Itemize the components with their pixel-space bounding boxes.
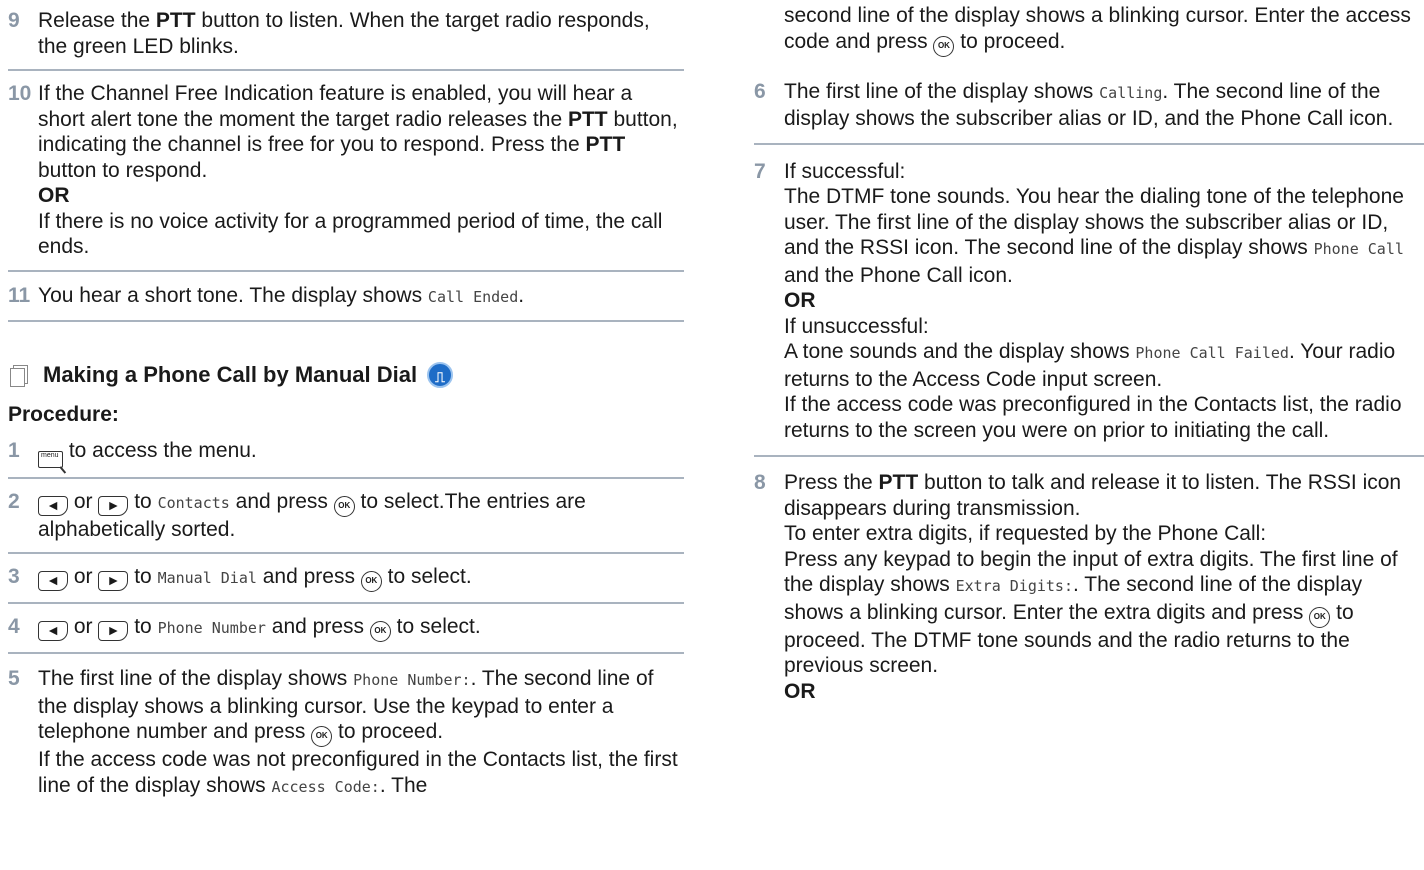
ok-key-icon: OK	[360, 571, 382, 592]
feature-icon: ⎍	[427, 362, 454, 388]
divider	[8, 476, 684, 479]
step-5-continued: second line of the display shows a blink…	[754, 3, 1424, 57]
step-5: 5 The first line of the display shows Ph…	[8, 667, 678, 797]
divider	[754, 142, 1424, 145]
step-number: 10	[8, 82, 32, 105]
step-3: 3 ◄ or ► to Manual Dial and press OK to …	[8, 564, 684, 592]
or-label: OR	[784, 679, 816, 703]
step-2: 2 ◄ or ► to Contacts and press OK to sel…	[8, 489, 586, 541]
step-11: 11 You hear a short tone. The display sh…	[8, 283, 525, 307]
step-number: 8	[754, 471, 766, 494]
right-arrow-key-icon: ►	[98, 495, 129, 516]
right-column: second line of the display shows a blink…	[754, 0, 1424, 704]
ok-key-icon: OK	[333, 495, 355, 517]
divider	[8, 69, 684, 71]
step-number: 3	[8, 565, 20, 588]
step-6: 6 The first line of the display shows Ca…	[754, 79, 1394, 131]
divider	[8, 552, 684, 554]
step-8: 8 Press the PTT button to talk and relea…	[754, 470, 1424, 704]
ok-key-icon: OK	[311, 726, 333, 747]
ok-key-icon: OK	[1309, 606, 1331, 628]
step-9: 9 Release the PTT button to listen. When…	[8, 9, 650, 58]
step-number: 1	[8, 438, 20, 462]
ok-key-icon: OK	[369, 621, 391, 642]
left-arrow-key-icon: ◄	[38, 495, 68, 516]
menu-key-icon: menu	[38, 450, 63, 468]
divider	[8, 320, 684, 322]
divider	[754, 455, 1424, 457]
step-number: 6	[754, 79, 766, 103]
divider	[8, 602, 684, 604]
step-number: 2	[8, 489, 20, 513]
left-column: 9 Release the PTT button to listen. When…	[8, 0, 684, 800]
divider	[8, 269, 684, 272]
right-arrow-key-icon: ►	[98, 621, 129, 641]
step-number: 4	[8, 615, 20, 638]
left-arrow-key-icon: ◄	[38, 621, 68, 641]
left-arrow-key-icon: ◄	[38, 571, 68, 591]
step-4: 4 ◄ or ► to Phone Number and press OK to…	[8, 614, 684, 642]
procedure-heading: Procedure:	[8, 403, 119, 426]
section-title: Making a Phone Call by Manual Dial ⎍	[10, 362, 684, 388]
step-1: 1 menu to access the menu.	[8, 438, 684, 468]
step-number: 9	[8, 9, 20, 32]
step-10: 10 If the Channel Free Indication featur…	[8, 81, 684, 260]
or-label: OR	[38, 184, 70, 207]
document-icon	[10, 365, 28, 387]
ok-key-icon: OK	[933, 35, 955, 57]
right-arrow-key-icon: ►	[98, 571, 129, 591]
or-label: OR	[784, 289, 816, 312]
step-7: 7 If successful: The DTMF tone sounds. Y…	[754, 159, 1424, 444]
step-number: 5	[8, 667, 20, 690]
step-number: 7	[754, 159, 766, 183]
divider	[8, 652, 684, 654]
step-number: 11	[8, 283, 31, 307]
